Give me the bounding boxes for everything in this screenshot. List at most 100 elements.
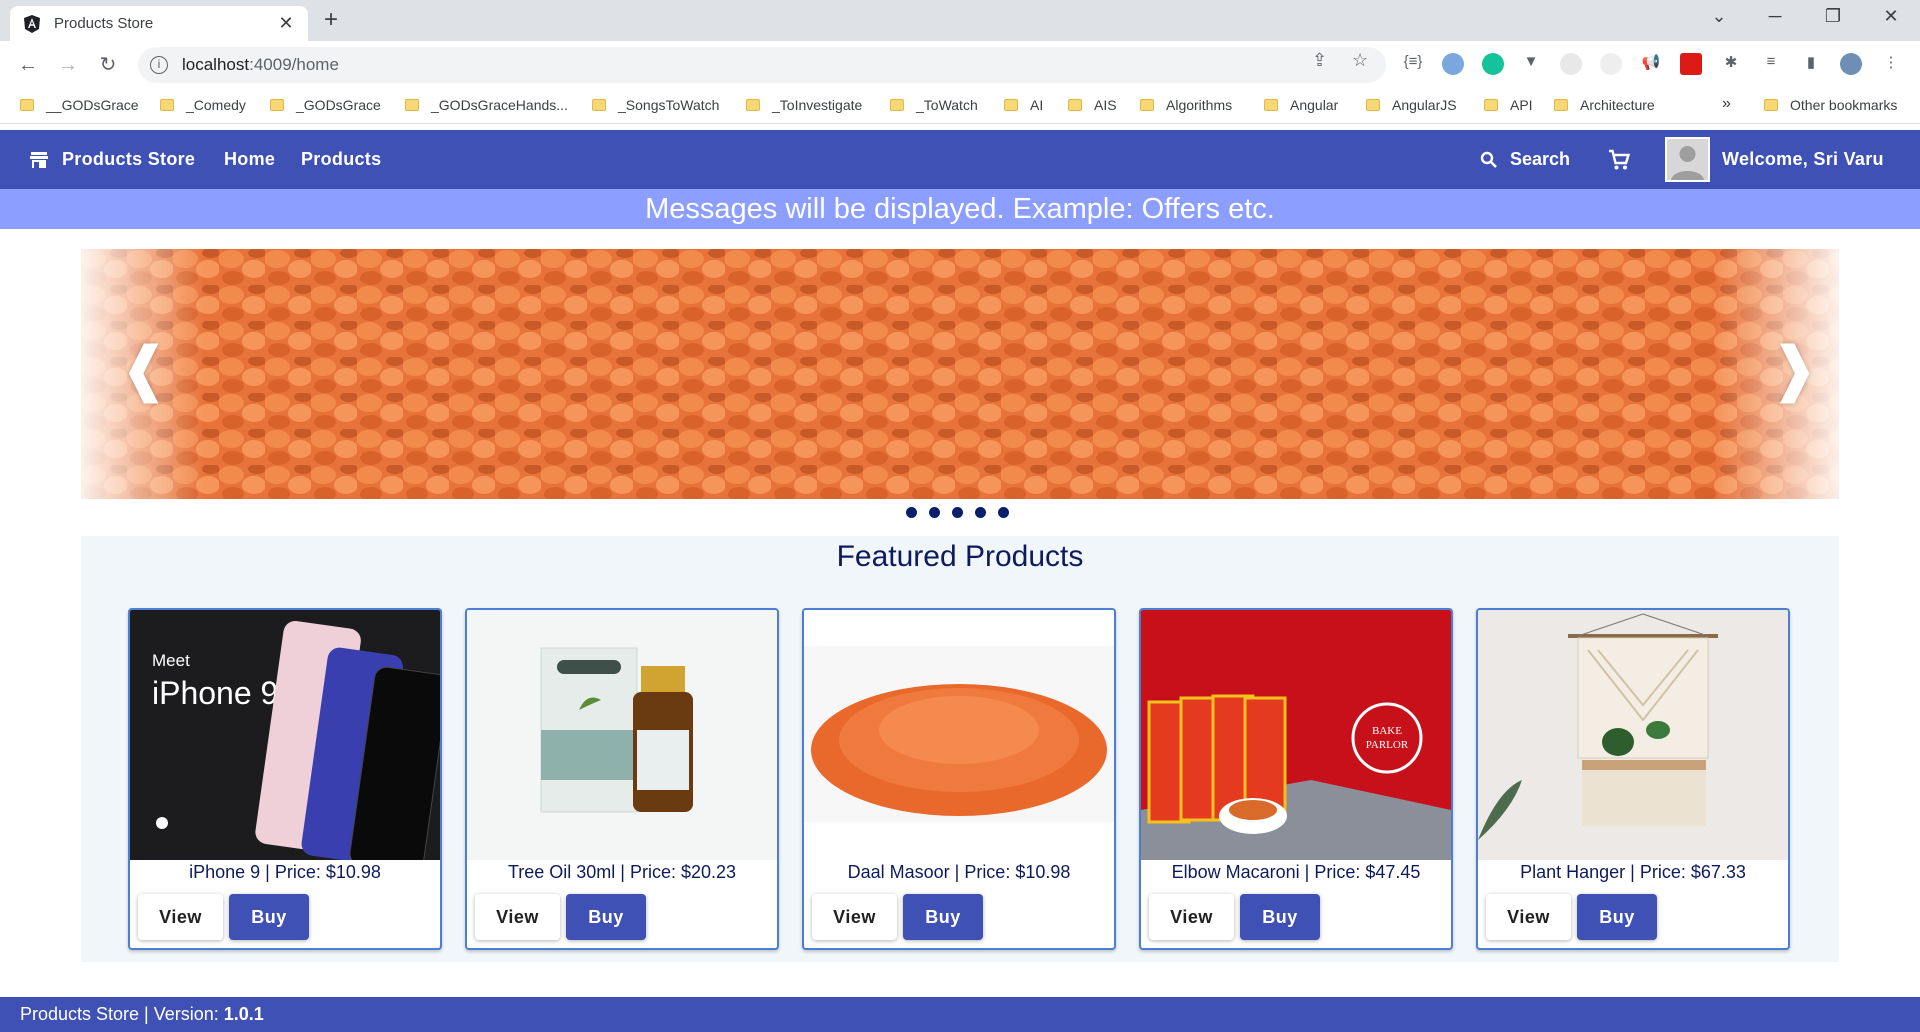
cart-button[interactable] bbox=[1608, 149, 1631, 176]
minimize-icon[interactable]: ─ bbox=[1760, 6, 1790, 27]
user-menu[interactable]: Welcome, Sri Varu bbox=[1665, 137, 1884, 182]
folder-icon bbox=[405, 99, 419, 111]
featured-products-section: Featured Products Meet iPhone 9 iPhone 9… bbox=[81, 536, 1839, 962]
product-image[interactable]: Meet iPhone 9 bbox=[130, 610, 440, 860]
bookmark-folder[interactable]: AngularJS bbox=[1366, 97, 1457, 113]
url-path: :4009/home bbox=[249, 55, 339, 74]
extension-json-icon[interactable]: {≡} bbox=[1402, 53, 1424, 70]
extension-icon[interactable] bbox=[1442, 53, 1464, 75]
share-icon[interactable]: ⇪ bbox=[1312, 50, 1327, 71]
close-window-icon[interactable]: ✕ bbox=[1876, 6, 1906, 27]
view-button[interactable]: View bbox=[1486, 894, 1571, 940]
search-label: Search bbox=[1510, 149, 1571, 169]
view-button[interactable]: View bbox=[475, 894, 560, 940]
grammarly-icon[interactable] bbox=[1482, 53, 1504, 75]
side-panel-icon[interactable]: ▮ bbox=[1800, 53, 1822, 71]
more-bookmarks-icon[interactable]: » bbox=[1722, 95, 1731, 113]
extension-icon[interactable] bbox=[1560, 53, 1582, 75]
iphone-image: Meet iPhone 9 bbox=[130, 610, 440, 860]
bookmark-folder[interactable]: Angular bbox=[1264, 97, 1338, 113]
bookmark-folder[interactable]: __GODsGrace bbox=[20, 97, 139, 113]
bookmark-folder[interactable]: _GODsGraceHands... bbox=[405, 97, 568, 113]
product-card: Tree Oil 30ml | Price: $20.23 View Buy bbox=[465, 608, 779, 950]
svg-text:iPhone 9: iPhone 9 bbox=[152, 675, 278, 711]
bookmark-folder[interactable]: _Comedy bbox=[160, 97, 246, 113]
tab-search-icon[interactable]: ⌄ bbox=[1704, 6, 1734, 27]
product-caption: Plant Hanger | Price: $67.33 bbox=[1520, 862, 1746, 882]
bookmark-folder[interactable]: Architecture bbox=[1554, 97, 1655, 113]
folder-icon bbox=[1140, 99, 1154, 111]
store-icon bbox=[30, 151, 48, 168]
bookmark-folder[interactable]: AIS bbox=[1068, 97, 1117, 113]
buy-button[interactable]: Buy bbox=[903, 894, 983, 940]
extension-icon[interactable] bbox=[1600, 53, 1622, 75]
angular-devtools-icon[interactable] bbox=[1680, 53, 1702, 75]
carousel-dot[interactable] bbox=[952, 507, 963, 518]
carousel-prev-icon[interactable]: ❰ bbox=[119, 339, 169, 399]
product-caption: Elbow Macaroni | Price: $47.45 bbox=[1171, 862, 1421, 882]
welcome-text: Welcome, Sri Varu bbox=[1722, 149, 1884, 169]
carousel-dot[interactable] bbox=[998, 507, 1009, 518]
forward-icon[interactable]: → bbox=[54, 51, 82, 79]
folder-icon bbox=[890, 99, 904, 111]
restore-icon[interactable]: ❐ bbox=[1818, 6, 1848, 27]
bookmark-folder[interactable]: _GODsGrace bbox=[270, 97, 381, 113]
angular-logo-icon bbox=[24, 14, 40, 33]
product-image[interactable] bbox=[467, 610, 777, 860]
back-icon[interactable]: ← bbox=[14, 51, 42, 79]
buy-button[interactable]: Buy bbox=[1240, 894, 1320, 940]
reload-icon[interactable]: ↻ bbox=[94, 51, 122, 79]
brand-link[interactable]: Products Store bbox=[30, 130, 195, 189]
buy-button[interactable]: Buy bbox=[1577, 894, 1657, 940]
view-button[interactable]: View bbox=[138, 894, 223, 940]
product-image[interactable] bbox=[1478, 610, 1788, 860]
extension-megaphone-icon[interactable]: 📢 bbox=[1640, 53, 1662, 71]
view-button[interactable]: View bbox=[812, 894, 897, 940]
message-banner: Messages will be displayed. Example: Off… bbox=[0, 189, 1920, 229]
url-host: localhost bbox=[182, 55, 250, 74]
browser-tab-strip: Products Store ✕ + ⌄ ─ ❐ ✕ bbox=[0, 0, 1920, 41]
nav-products[interactable]: Products bbox=[301, 130, 381, 189]
carousel-dot[interactable] bbox=[975, 507, 986, 518]
menu-kebab-icon[interactable]: ⋮ bbox=[1880, 53, 1902, 71]
search-button[interactable]: Search bbox=[1480, 130, 1570, 189]
bookmark-folder[interactable]: _SongsToWatch bbox=[592, 97, 719, 113]
bookmark-folder[interactable]: _ToInvestigate bbox=[746, 97, 862, 113]
carousel-dot[interactable] bbox=[929, 507, 940, 518]
address-bar[interactable]: i localhost:4009/home bbox=[138, 47, 1386, 83]
svg-text:BAKE: BAKE bbox=[1372, 725, 1402, 737]
bookmark-folder[interactable]: _ToWatch bbox=[890, 97, 978, 113]
bookmark-folder[interactable]: Algorithms bbox=[1140, 97, 1232, 113]
other-bookmarks[interactable]: Other bookmarks bbox=[1764, 97, 1897, 113]
footer-label: Products Store | Version: bbox=[20, 1004, 224, 1024]
folder-icon bbox=[746, 99, 760, 111]
search-icon bbox=[1480, 151, 1497, 168]
elbow-macaroni-image: BAKE PARLOR bbox=[1141, 610, 1451, 860]
user-silhouette-icon bbox=[1667, 139, 1708, 180]
close-tab-icon[interactable]: ✕ bbox=[276, 13, 296, 34]
browser-tab[interactable]: Products Store ✕ bbox=[10, 6, 308, 41]
profile-avatar-icon[interactable] bbox=[1840, 53, 1862, 75]
product-image[interactable] bbox=[804, 610, 1114, 860]
tab-title: Products Store bbox=[54, 15, 154, 32]
extension-v-icon[interactable]: ▼ bbox=[1520, 53, 1542, 70]
product-image[interactable]: BAKE PARLOR bbox=[1141, 610, 1451, 860]
buy-button[interactable]: Buy bbox=[229, 894, 309, 940]
carousel-next-icon[interactable]: ❱ bbox=[1769, 339, 1819, 399]
avatar bbox=[1665, 137, 1710, 182]
buy-button[interactable]: Buy bbox=[566, 894, 646, 940]
nav-home[interactable]: Home bbox=[224, 130, 275, 189]
view-button[interactable]: View bbox=[1149, 894, 1234, 940]
folder-icon bbox=[1068, 99, 1082, 111]
reading-list-icon[interactable]: ≡ bbox=[1760, 53, 1782, 70]
new-tab-icon[interactable]: + bbox=[324, 8, 338, 32]
bookmark-folder[interactable]: AI bbox=[1004, 97, 1043, 113]
url-text: localhost:4009/home bbox=[182, 55, 339, 75]
product-caption: Tree Oil 30ml | Price: $20.23 bbox=[507, 862, 737, 882]
product-card: BAKE PARLOR Elbow Macaroni | Price: $47.… bbox=[1139, 608, 1453, 950]
bookmark-star-icon[interactable]: ☆ bbox=[1352, 50, 1368, 71]
extensions-puzzle-icon[interactable]: ✱ bbox=[1720, 53, 1742, 71]
carousel-dot[interactable] bbox=[906, 507, 917, 518]
bookmark-folder[interactable]: API bbox=[1484, 97, 1533, 113]
site-info-icon[interactable]: i bbox=[150, 56, 168, 74]
